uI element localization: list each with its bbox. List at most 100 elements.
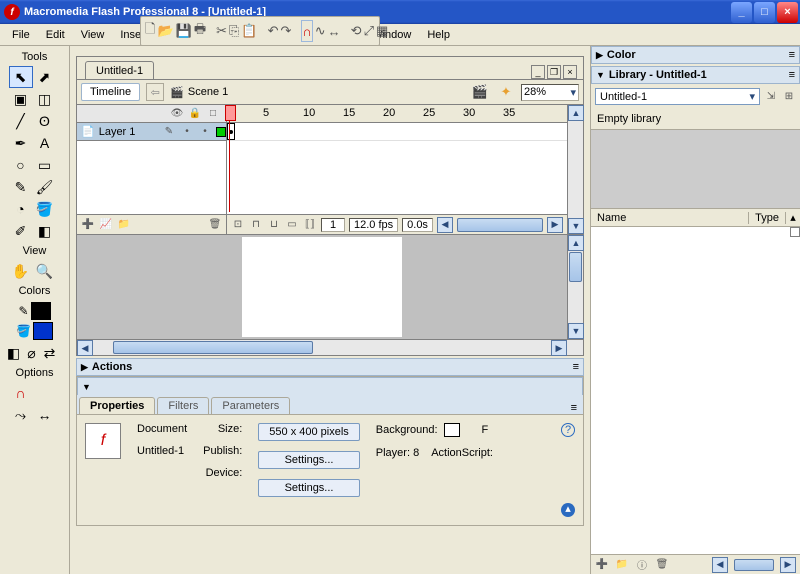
timeline-scroll-up-icon[interactable]: ▲ <box>568 105 584 121</box>
copy-icon[interactable]: ⎘ <box>229 20 239 42</box>
library-panel-header[interactable]: ▼ Library - Untitled-1 ≡ <box>591 66 800 84</box>
snap-to-objects-icon[interactable]: ∩ <box>9 382 33 404</box>
cut-icon[interactable]: ✂ <box>216 20 227 42</box>
smooth-option-icon[interactable] <box>33 382 57 404</box>
properties-menu-icon[interactable]: ≡ <box>565 402 583 414</box>
text-tool-icon[interactable]: A <box>33 132 57 154</box>
doc-close-icon[interactable]: × <box>563 65 577 79</box>
option-icon[interactable]: ↔ <box>33 404 57 426</box>
center-frame-icon[interactable]: ⊡ <box>231 218 245 232</box>
oval-tool-icon[interactable]: ○ <box>9 154 33 176</box>
document-tab[interactable]: Untitled-1 <box>85 61 154 79</box>
stage-scroll-left-icon[interactable]: ◀ <box>77 340 93 356</box>
back-arrow-icon[interactable]: ⇦ <box>146 83 164 101</box>
pin-library-icon[interactable]: ⇲ <box>764 90 778 104</box>
black-white-icon[interactable]: ◧ <box>5 342 23 364</box>
properties-collapse-icon[interactable]: ▼ <box>82 382 91 392</box>
onion-skin-icon[interactable]: ⊓ <box>249 218 263 232</box>
new-symbol-icon[interactable]: ➕ <box>595 558 609 572</box>
gradient-transform-tool-icon[interactable]: ◫ <box>33 88 57 110</box>
rotate-icon[interactable]: ⟲ <box>351 20 362 42</box>
expand-icon[interactable]: ▴ <box>561 503 575 517</box>
frames-scroll-left-icon[interactable]: ◀ <box>437 217 453 233</box>
device-settings-button[interactable]: Settings... <box>258 479 360 497</box>
library-menu-icon[interactable]: ≡ <box>789 69 795 81</box>
playhead[interactable] <box>229 105 230 212</box>
menu-file[interactable]: File <box>4 27 38 43</box>
new-library-panel-icon[interactable]: ⊞ <box>782 90 796 104</box>
library-list[interactable] <box>591 227 800 554</box>
timeline-button[interactable]: Timeline <box>81 83 140 101</box>
color-collapse-icon[interactable]: ▶ <box>596 50 603 61</box>
layer-dot1-icon[interactable]: • <box>180 125 194 139</box>
doc-minimize-icon[interactable]: _ <box>531 65 545 79</box>
new-file-icon[interactable]: 🗋 <box>145 20 155 42</box>
close-button[interactable]: × <box>777 2 798 23</box>
tab-properties[interactable]: Properties <box>79 397 155 414</box>
straighten-icon[interactable]: ↔ <box>328 20 341 42</box>
size-button[interactable]: 550 x 400 pixels <box>258 423 360 441</box>
print-icon[interactable]: 🖶 <box>194 20 206 42</box>
stage-area[interactable] <box>77 235 567 339</box>
actions-collapse-icon[interactable]: ▶ <box>81 362 88 373</box>
edit-multiple-frames-icon[interactable]: ▭ <box>285 218 299 232</box>
frames-scrollbar[interactable] <box>457 218 543 232</box>
background-swatch[interactable] <box>444 423 460 437</box>
lib-scroll-left-icon[interactable]: ◀ <box>712 557 728 573</box>
paste-icon[interactable]: 📋 <box>241 20 257 42</box>
scene-crumb[interactable]: 🎬 Scene 1 <box>170 86 228 99</box>
new-folder-icon[interactable]: 📁 <box>615 558 629 572</box>
layer-row[interactable]: 📄 Layer 1 ✎ • • <box>77 123 226 141</box>
rectangle-tool-icon[interactable]: ▭ <box>33 154 57 176</box>
actions-panel-header[interactable]: ▶ Actions ≡ <box>76 358 584 376</box>
modify-onion-markers-icon[interactable]: ⟦⟧ <box>303 218 317 232</box>
eyedropper-tool-icon[interactable]: ✐ <box>9 220 33 242</box>
free-transform-tool-icon[interactable]: ▣ <box>9 88 33 110</box>
timeline-scroll-down-icon[interactable]: ▼ <box>568 218 584 234</box>
lib-scroll-right-icon[interactable]: ▶ <box>780 557 796 573</box>
lasso-tool-icon[interactable]: ʘ <box>33 110 57 132</box>
zoom-tool-icon[interactable]: 🔍 <box>33 260 57 282</box>
frame-ruler[interactable]: 1 5 10 15 20 25 30 35 <box>227 105 567 123</box>
help-icon[interactable]: ? <box>561 423 575 437</box>
doc-restore-icon[interactable]: ❐ <box>547 65 561 79</box>
brush-tool-icon[interactable]: 🖌 <box>33 176 57 198</box>
stage-scroll-right-icon[interactable]: ▶ <box>551 340 567 356</box>
ink-bottle-tool-icon[interactable]: ◔ <box>9 198 33 220</box>
library-document-select[interactable]: Untitled-1 ▾ <box>595 88 760 105</box>
snap-icon[interactable]: ∩ <box>301 20 312 42</box>
stage-scroll-down-icon[interactable]: ▼ <box>568 323 584 339</box>
stage-scroll-v-thumb[interactable] <box>569 252 582 282</box>
stage-scroll-up-icon[interactable]: ▲ <box>568 235 584 251</box>
pen-tool-icon[interactable]: ✒ <box>9 132 33 154</box>
properties-icon[interactable]: ⓘ <box>635 558 649 572</box>
color-menu-icon[interactable]: ≡ <box>789 49 795 61</box>
frame-track[interactable] <box>227 123 567 141</box>
fill-color-swatch[interactable] <box>33 322 53 340</box>
lock-icon[interactable]: 🔒 <box>188 107 202 121</box>
timeline-scroll-v[interactable]: ▲ ▼ <box>567 105 583 234</box>
scale-icon[interactable]: ⤢ <box>364 20 374 42</box>
col-sort-icon[interactable]: ▴ <box>786 211 800 224</box>
straighten-option-icon[interactable]: ⤳ <box>9 404 33 426</box>
open-file-icon[interactable]: 📂 <box>157 20 173 42</box>
frames-scroll-right-icon[interactable]: ▶ <box>547 217 563 233</box>
minimize-button[interactable]: _ <box>731 2 752 23</box>
zoom-select[interactable]: 28% ▾ <box>521 84 579 101</box>
stage[interactable] <box>242 237 402 337</box>
delete-layer-icon[interactable]: 🗑 <box>208 218 222 232</box>
tab-filters[interactable]: Filters <box>157 397 209 414</box>
pencil-tool-icon[interactable]: ✎ <box>9 176 33 198</box>
insert-folder-icon[interactable]: 📁 <box>117 218 131 232</box>
onion-skin-outlines-icon[interactable]: ⊔ <box>267 218 281 232</box>
stage-scroll-h-thumb[interactable] <box>113 341 313 354</box>
add-motion-guide-icon[interactable]: 📈 <box>99 218 113 232</box>
subselection-tool-icon[interactable]: ⬈ <box>33 66 57 88</box>
hand-tool-icon[interactable]: ✋ <box>9 260 33 282</box>
layer-outline-swatch[interactable] <box>216 127 226 137</box>
save-file-icon[interactable]: 💾 <box>176 20 192 42</box>
menu-edit[interactable]: Edit <box>38 27 73 43</box>
actions-menu-icon[interactable]: ≡ <box>573 361 579 373</box>
align-icon[interactable]: ▦ <box>376 20 388 42</box>
col-type[interactable]: Type <box>749 212 786 224</box>
